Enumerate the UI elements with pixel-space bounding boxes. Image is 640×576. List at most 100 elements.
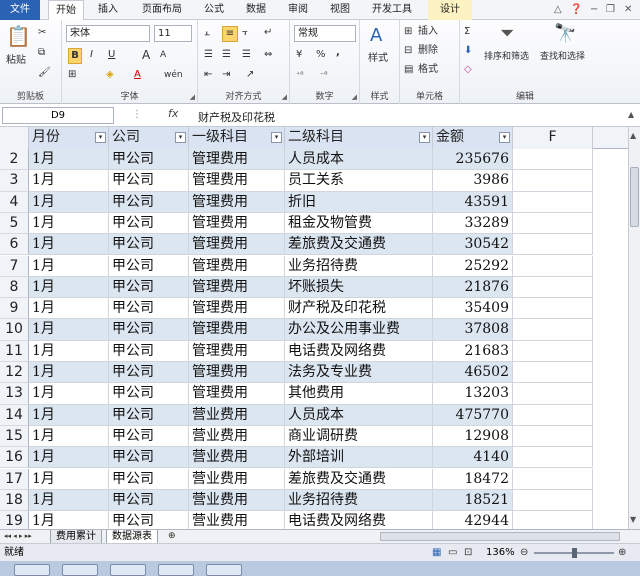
cell-amt[interactable]: 42944 xyxy=(433,511,513,529)
orientation-icon[interactable]: ↗ xyxy=(246,68,254,82)
select-all-corner[interactable] xyxy=(0,127,29,149)
styles-button[interactable]: 样式 xyxy=(368,52,388,66)
zoom-level[interactable]: 136% xyxy=(486,544,515,561)
decrease-decimal-icon[interactable]: ⁻⁰ xyxy=(320,68,327,82)
cell-m[interactable]: 1月 xyxy=(29,234,109,256)
copy-icon[interactable]: ⧉ xyxy=(38,46,45,60)
cell-amt[interactable]: 13203 xyxy=(433,383,513,405)
number-dialog-launcher-icon[interactable]: ◢ xyxy=(352,93,357,101)
row-number[interactable]: 10 xyxy=(0,319,29,341)
help-icon[interactable]: ❓ xyxy=(570,3,582,17)
cell-f[interactable] xyxy=(513,212,593,235)
currency-icon[interactable]: ¥ xyxy=(296,48,302,62)
format-painter-icon[interactable]: 🖌 xyxy=(38,66,51,80)
tab-developer[interactable]: 开发工具 xyxy=(364,0,420,20)
cell-co[interactable]: 甲公司 xyxy=(109,212,189,235)
cell-co[interactable]: 甲公司 xyxy=(109,319,189,341)
cell-l1[interactable]: 营业费用 xyxy=(189,511,285,529)
align-bottom-icon[interactable]: ⫟ xyxy=(242,26,248,40)
tab-file[interactable]: 文件 xyxy=(0,0,40,20)
tab-home[interactable]: 开始 xyxy=(48,0,84,21)
cell-amt[interactable]: 35409 xyxy=(433,298,513,320)
cell-f[interactable] xyxy=(513,383,593,405)
cell-m[interactable]: 1月 xyxy=(29,276,109,299)
format-cells-button[interactable]: 格式 xyxy=(418,63,438,77)
fill-color-icon[interactable]: ◈ xyxy=(106,68,114,82)
cell-m[interactable]: 1月 xyxy=(29,191,109,213)
tab-insert[interactable]: 插入 xyxy=(90,0,126,20)
row-number[interactable]: 14 xyxy=(0,404,29,426)
cell-l2[interactable]: 人员成本 xyxy=(285,149,433,171)
row-number[interactable]: 3 xyxy=(0,170,29,192)
name-box[interactable]: D9 xyxy=(2,107,114,124)
column-header-level2[interactable]: 二级科目 ▾ xyxy=(285,127,433,149)
cell-f[interactable] xyxy=(513,149,593,171)
format-cells-icon[interactable]: ▤ xyxy=(404,63,413,77)
cell-amt[interactable]: 21683 xyxy=(433,340,513,362)
row-number[interactable]: 8 xyxy=(0,276,29,299)
cell-l2[interactable]: 外部培训 xyxy=(285,447,433,469)
row-number[interactable]: 18 xyxy=(0,489,29,512)
cell-m[interactable]: 1月 xyxy=(29,170,109,192)
cell-l1[interactable]: 管理费用 xyxy=(189,170,285,192)
increase-indent-icon[interactable]: ⇥ xyxy=(222,68,230,82)
cell-f[interactable] xyxy=(513,447,593,469)
row-number[interactable]: 6 xyxy=(0,234,29,256)
cell-f[interactable] xyxy=(513,362,593,384)
filter-dropdown-icon[interactable]: ▾ xyxy=(95,132,106,143)
cell-amt[interactable]: 4140 xyxy=(433,447,513,469)
cell-co[interactable]: 甲公司 xyxy=(109,234,189,256)
cell-amt[interactable]: 43591 xyxy=(433,191,513,213)
cell-m[interactable]: 1月 xyxy=(29,212,109,235)
cell-m[interactable]: 1月 xyxy=(29,319,109,341)
zoom-in-icon[interactable]: ⊕ xyxy=(618,546,626,560)
percent-button[interactable]: % xyxy=(316,48,326,62)
cell-l1[interactable]: 营业费用 xyxy=(189,425,285,448)
cell-co[interactable]: 甲公司 xyxy=(109,489,189,512)
row-number[interactable]: 5 xyxy=(0,212,29,235)
font-dialog-launcher-icon[interactable]: ◢ xyxy=(190,93,195,101)
cell-l2[interactable]: 差旅费及交通费 xyxy=(285,468,433,490)
cell-co[interactable]: 甲公司 xyxy=(109,149,189,171)
cell-f[interactable] xyxy=(513,404,593,426)
tab-view[interactable]: 视图 xyxy=(322,0,358,20)
column-header-amount[interactable]: 金额 ▾ xyxy=(433,127,513,149)
zoom-out-icon[interactable]: ⊖ xyxy=(520,546,528,560)
align-top-icon[interactable]: ⫠ xyxy=(204,26,210,40)
taskbar-button[interactable] xyxy=(206,564,242,576)
align-right-icon[interactable]: ☰ xyxy=(242,48,251,62)
cell-l2[interactable]: 租金及物管费 xyxy=(285,212,433,235)
cell-amt[interactable]: 18521 xyxy=(433,489,513,512)
find-select-icon[interactable]: 🔭 xyxy=(554,24,576,44)
cell-l2[interactable]: 业务招待费 xyxy=(285,489,433,512)
page-break-view-icon[interactable]: ⊡ xyxy=(464,546,472,560)
column-header-month[interactable]: 月份 ▾ xyxy=(29,127,109,149)
cell-l1[interactable]: 管理费用 xyxy=(189,255,285,277)
cell-co[interactable]: 甲公司 xyxy=(109,425,189,448)
font-name-select[interactable]: 宋体 xyxy=(66,25,150,42)
scroll-up-icon[interactable]: ▲ xyxy=(630,129,636,143)
normal-view-icon[interactable]: ▦ xyxy=(432,546,441,560)
filter-dropdown-icon[interactable]: ▾ xyxy=(175,132,186,143)
cell-m[interactable]: 1月 xyxy=(29,489,109,512)
cell-l2[interactable]: 人员成本 xyxy=(285,404,433,426)
horizontal-scrollbar[interactable] xyxy=(380,532,620,541)
worksheet-grid[interactable]: 月份 ▾ 公司 ▾ 一级科目 ▾ 二级科目 ▾ 金额 ▾ F 2 1月 甲公司 管理费用 人员成本… xyxy=(0,127,628,529)
cell-m[interactable]: 1月 xyxy=(29,340,109,362)
delete-cells-icon[interactable]: ⊟ xyxy=(404,44,412,58)
delete-cells-button[interactable]: 删除 xyxy=(418,44,438,58)
number-format-select[interactable]: 常规 xyxy=(294,25,356,42)
sheet-tab-source[interactable]: 数据源表 xyxy=(106,530,158,544)
cell-l1[interactable]: 管理费用 xyxy=(189,276,285,299)
clear-icon[interactable]: ◇ xyxy=(464,63,472,77)
formula-input[interactable]: 财产税及印花税 xyxy=(198,109,275,125)
cell-amt[interactable]: 46502 xyxy=(433,362,513,384)
taskbar-button[interactable] xyxy=(14,564,50,576)
restore-icon[interactable]: ❐ xyxy=(606,3,615,17)
cell-l1[interactable]: 营业费用 xyxy=(189,447,285,469)
cell-co[interactable]: 甲公司 xyxy=(109,298,189,320)
cell-m[interactable]: 1月 xyxy=(29,362,109,384)
find-select-button[interactable]: 查找和选择 xyxy=(540,50,585,64)
cut-icon[interactable]: ✂ xyxy=(38,26,46,40)
cell-m[interactable]: 1月 xyxy=(29,298,109,320)
